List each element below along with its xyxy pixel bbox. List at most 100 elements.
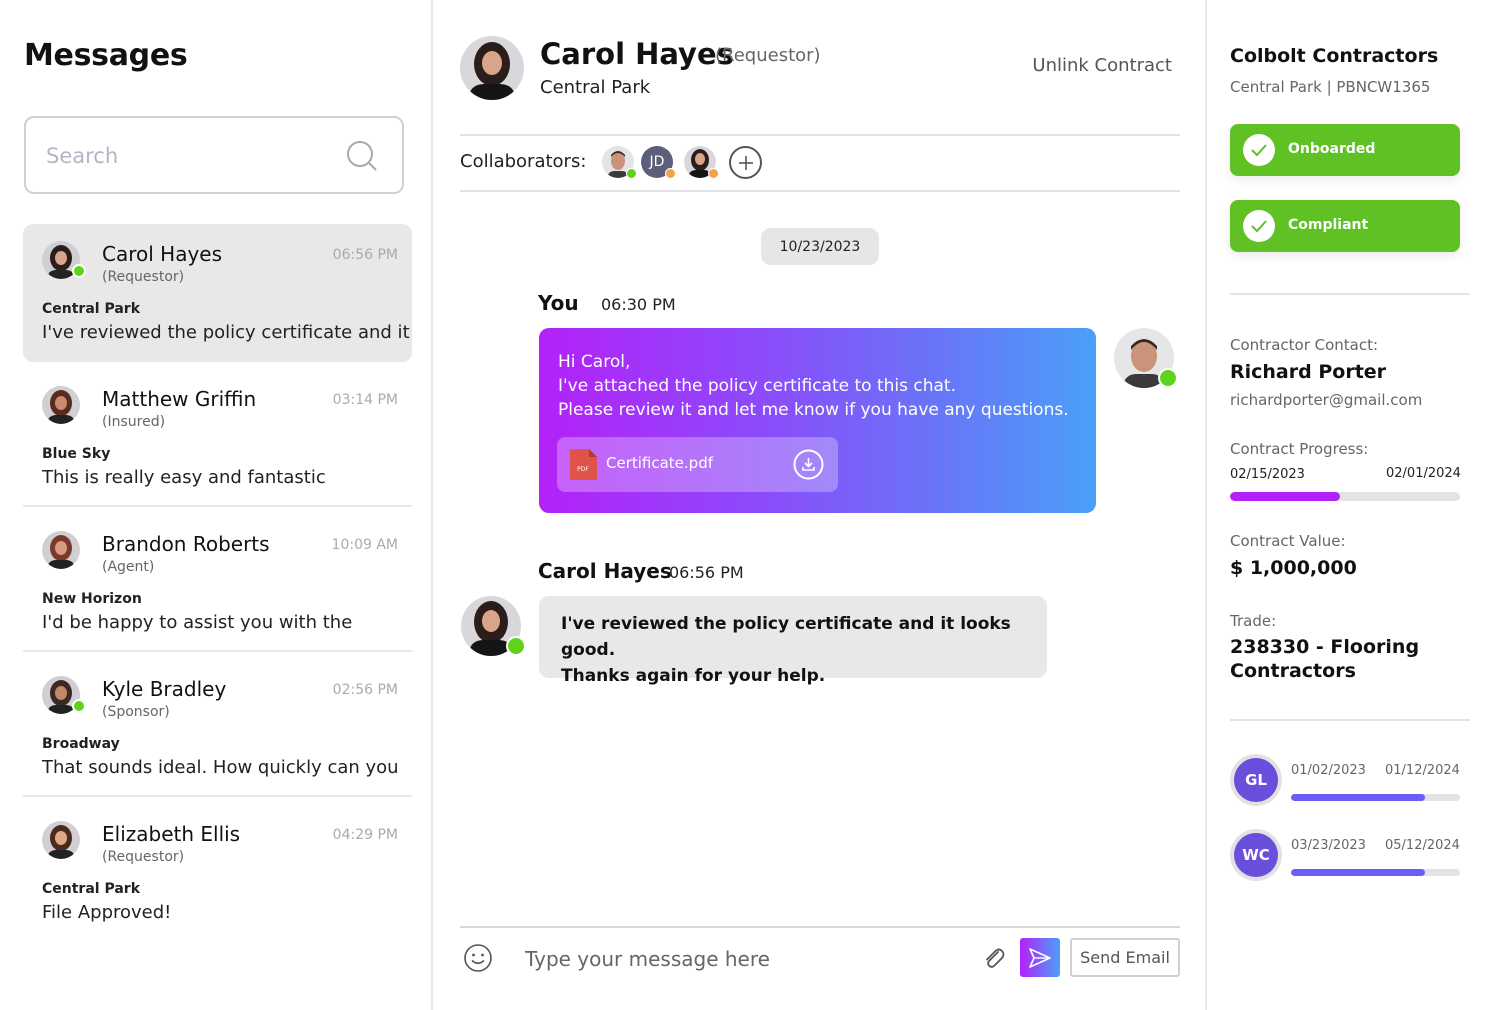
conversation-project: Blue Sky (42, 446, 111, 462)
conversation-sidebar: Messages Carol Hayes(Requestor)06:56 PMC… (0, 0, 433, 1010)
coverage-start-date: 03/23/2023 (1291, 838, 1366, 853)
conversation-role: (Requestor) (102, 269, 185, 285)
avatar (42, 386, 80, 424)
conversation-item[interactable]: Matthew Griffin (Insured) 03:14 PM Blue Sky… (23, 369, 412, 507)
contact-name: Carol Hayes (540, 37, 734, 71)
coverage-badge: GL (1230, 754, 1282, 806)
message-sender: You (538, 291, 579, 315)
conversation-preview: I've reviewed the policy certificate and… (42, 322, 410, 343)
coverage-progress-bar (1291, 869, 1460, 876)
send-icon (1029, 947, 1051, 968)
conversation-item[interactable]: Carol Hayes (Requestor) 06:56 PM Central Pa… (23, 224, 412, 362)
collaborator-avatar[interactable]: JD (641, 146, 676, 179)
progress-end-date: 02/01/2024 (1386, 466, 1461, 481)
conversation-preview: This is really easy and fantastic (42, 467, 326, 488)
divider (460, 926, 1180, 928)
conversation-item[interactable]: Brandon Roberts (Agent) 10:09 AM New Horizo… (23, 514, 412, 652)
status-dot-online (506, 636, 526, 656)
message-line: Thanks again for your help. (561, 666, 826, 686)
trade-line: Contractors (1230, 660, 1356, 682)
search-box[interactable] (24, 116, 404, 194)
message-time: 06:56 PM (669, 563, 744, 582)
status-dot-online (626, 168, 637, 179)
message-sender: Carol Hayes (538, 559, 672, 583)
conversation-preview: File Approved! (42, 902, 172, 923)
search-input[interactable] (46, 136, 336, 176)
conversation-name: Elizabeth Ellis (102, 822, 241, 846)
send-email-button[interactable]: Send Email (1070, 938, 1180, 977)
contract-value: $ 1,000,000 (1230, 557, 1357, 579)
date-separator: 10/23/2023 (761, 228, 879, 265)
collaborator-avatar[interactable] (684, 146, 719, 180)
divider (460, 190, 1180, 192)
message-line: I've reviewed the policy certificate and… (561, 614, 1011, 660)
attachment-card[interactable]: PDF Certificate.pdf (557, 437, 838, 492)
message-time: 06:30 PM (601, 295, 676, 314)
message-input[interactable] (525, 940, 965, 978)
trade-line: 238330 - Flooring (1230, 636, 1420, 658)
sidebar-title: Messages (24, 38, 188, 73)
conversation-time: 03:14 PM (332, 392, 398, 408)
contact-role: (Requestor) (715, 45, 821, 66)
paperclip-icon[interactable] (981, 945, 1007, 971)
incoming-message-bubble: I've reviewed the policy certificate and… (539, 596, 1047, 686)
status-dot-online (72, 264, 86, 278)
status-badge-onboarded: Onboarded (1230, 124, 1460, 176)
attachment-name: Certificate.pdf (606, 454, 714, 472)
divider (1230, 293, 1470, 295)
company-name: Colbolt Contractors (1230, 45, 1439, 67)
divider (460, 134, 1180, 136)
contact-label: Contractor Contact: (1230, 336, 1379, 354)
status-dot-away (708, 168, 719, 179)
trade-label: Trade: (1230, 612, 1277, 630)
unlink-contract-button[interactable]: Unlink Contract (1032, 55, 1172, 76)
add-collaborator-button[interactable] (729, 146, 762, 179)
send-button[interactable] (1020, 938, 1060, 977)
conversation-role: (Sponsor) (102, 704, 170, 720)
status-badge-compliant: Compliant (1230, 200, 1460, 252)
avatar (42, 821, 80, 859)
status-label: Compliant (1288, 217, 1369, 233)
avatar (42, 531, 80, 569)
contact-avatar (460, 36, 524, 100)
coverage-progress-bar (1291, 794, 1460, 801)
status-dot-online (72, 699, 86, 713)
status-dot-online (1158, 368, 1178, 388)
company-subtitle: Central Park | PBNCW1365 (1230, 78, 1431, 96)
contract-details-panel: Colbolt Contractors Central Park | PBNCW… (1207, 0, 1490, 1010)
download-icon[interactable] (793, 449, 824, 480)
emoji-icon[interactable] (463, 943, 493, 973)
collaborator-initials: JD (649, 154, 665, 170)
trade-value: 238330 - Flooring Contractors (1230, 635, 1419, 683)
coverage-code: WC (1234, 833, 1278, 877)
divider (1230, 719, 1470, 721)
checkmark-icon (1243, 134, 1275, 166)
conversation-name: Matthew Griffin (102, 387, 257, 411)
conversation-role: (Agent) (102, 559, 155, 575)
plus-icon (738, 155, 753, 170)
coverage-progress-fill (1291, 869, 1425, 876)
collaborator-avatar[interactable] (602, 146, 637, 181)
message-line: Please review it and let me know if you … (558, 400, 1069, 420)
conversation-role: (Requestor) (102, 849, 185, 865)
value-label: Contract Value: (1230, 532, 1346, 550)
conversation-item[interactable]: Kyle Bradley (Sponsor) 02:56 PM Broadway Tha… (23, 659, 412, 797)
status-label: Onboarded (1288, 141, 1376, 157)
conversation-project: Broadway (42, 736, 120, 752)
coverage-end-date: 05/12/2024 (1385, 838, 1460, 853)
conversation-role: (Insured) (102, 414, 166, 430)
checkmark-icon (1243, 210, 1275, 242)
message-line: Hi Carol, (558, 352, 631, 372)
progress-start-date: 02/15/2023 (1230, 467, 1305, 482)
contact-email[interactable]: richardporter@gmail.com (1230, 391, 1422, 409)
conversation-time: 06:56 PM (332, 247, 398, 263)
message-line: I've attached the policy certificate to … (558, 376, 956, 396)
conversation-time: 04:29 PM (332, 827, 398, 843)
coverage-code: GL (1234, 758, 1278, 802)
conversation-project: Central Park (42, 301, 140, 317)
search-icon[interactable] (346, 140, 380, 174)
svg-text:PDF: PDF (577, 466, 589, 473)
conversation-item[interactable]: Elizabeth Ellis (Requestor) 04:29 PM Centra… (23, 804, 412, 942)
chat-panel: Carol Hayes (Requestor) Central Park Unl… (433, 0, 1207, 1010)
status-dot-away (665, 168, 676, 179)
